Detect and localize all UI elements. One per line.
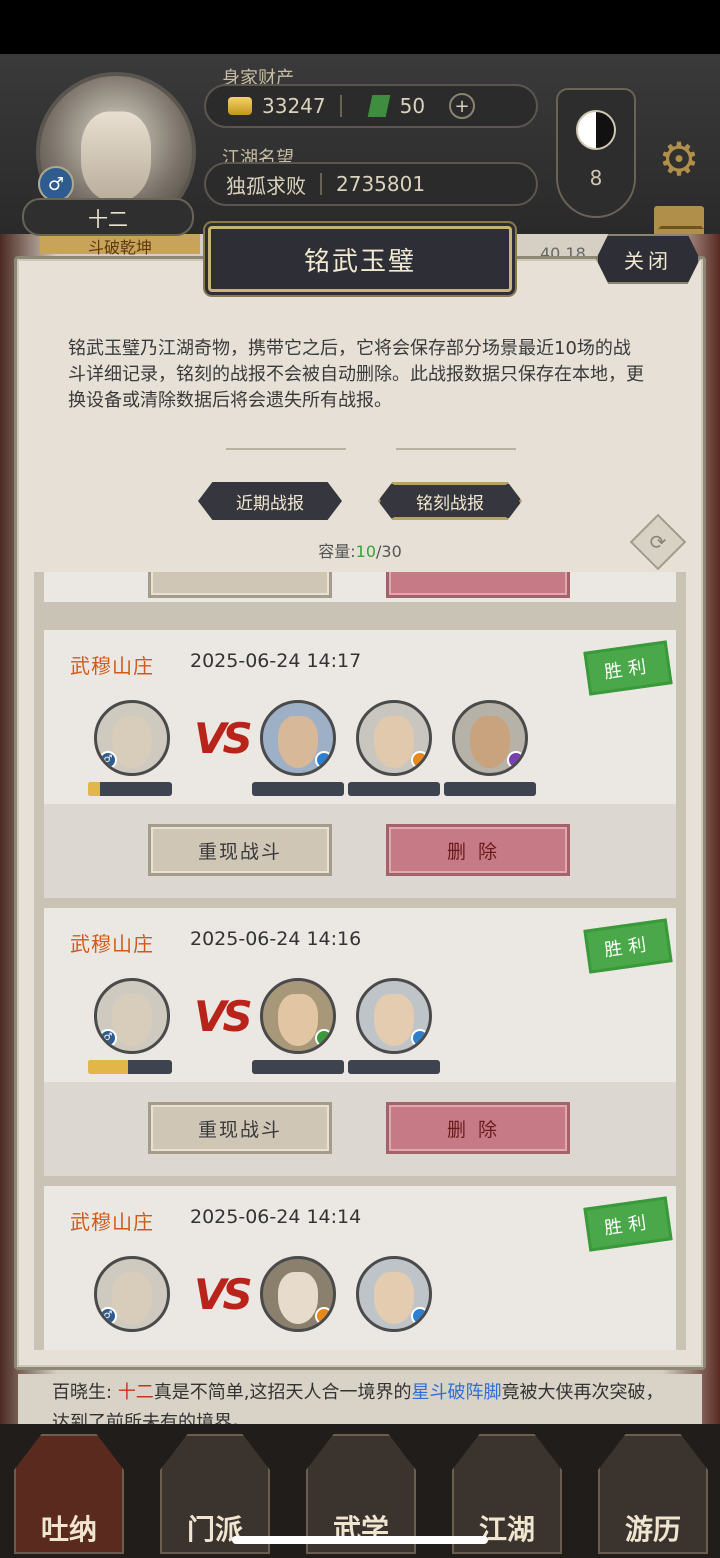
list-item <box>44 572 676 602</box>
player-hp-bar <box>88 1060 172 1074</box>
delete-button[interactable] <box>386 572 570 598</box>
male-icon: ♂ <box>99 1307 117 1325</box>
fame-pill: 独孤求败 2735801 <box>204 162 538 206</box>
male-icon: ♂ <box>99 751 117 769</box>
capacity-current: 10 <box>355 542 376 561</box>
behind-strip: 斗破乾坤 <box>40 234 200 257</box>
list-item: 武穆山庄 2025-06-24 14:17 胜利 ♂ VS 重现战斗 删除 <box>44 630 676 898</box>
chat-player-name: 十二 <box>117 1382 154 1403</box>
player-hp-bar <box>88 782 172 796</box>
jade-icon <box>367 95 390 117</box>
divider-left <box>226 448 346 450</box>
water-icon <box>411 1029 429 1047</box>
status-bar <box>0 0 720 54</box>
enemy-avatar <box>452 700 528 776</box>
vs-label: VS <box>194 1270 253 1319</box>
enemy-hp-bar <box>348 782 440 796</box>
player-avatar: ♂ <box>94 1256 170 1332</box>
nav-breathe[interactable]: 吐纳 <box>14 1434 124 1554</box>
victory-stamp: 胜利 <box>583 640 673 696</box>
enemy-avatar <box>260 700 336 776</box>
battle-location: 武穆山庄 <box>70 654 154 678</box>
water-icon <box>315 751 333 769</box>
battle-time: 2025-06-24 14:16 <box>190 928 362 950</box>
chat-speaker: 百晓生: <box>52 1382 113 1403</box>
battle-report-list[interactable]: 武穆山庄 2025-06-24 14:17 胜利 ♂ VS 重现战斗 删除 武穆… <box>34 572 686 1350</box>
close-button[interactable]: 关闭 <box>596 234 700 284</box>
list-item: 武穆山庄 2025-06-24 14:16 胜利 ♂ VS 重现战斗 删除 <box>44 908 676 1176</box>
enemy-hp-bar <box>348 1060 440 1074</box>
vs-label: VS <box>194 992 253 1041</box>
enemy-hp-bar <box>444 782 536 796</box>
male-icon: ♂ <box>99 1029 117 1047</box>
enemy-avatar <box>356 1256 432 1332</box>
battle-time: 2025-06-24 14:14 <box>190 1206 362 1228</box>
add-currency-button[interactable]: + <box>449 93 476 119</box>
victory-stamp: 胜利 <box>583 918 673 974</box>
vs-label: VS <box>194 714 253 763</box>
wood-icon <box>315 1029 333 1047</box>
modal-description: 铭武玉璧乃江湖奇物，携带它之后，它将会保存部分场景最近10场的战斗详细记录，铭刻… <box>68 338 644 411</box>
battle-location: 武穆山庄 <box>70 932 154 956</box>
yin-yang-icon <box>576 110 616 150</box>
victory-stamp: 胜利 <box>583 1196 673 1252</box>
nav-travel[interactable]: 游历 <box>598 1434 708 1554</box>
enemy-avatar <box>356 978 432 1054</box>
thunder-icon <box>507 751 525 769</box>
level-number: 8 <box>589 166 603 190</box>
jade-amount: 50 <box>399 94 426 118</box>
portrait-face <box>81 111 151 202</box>
home-indicator <box>232 1536 488 1544</box>
wealth-pill: 33247 50 + <box>204 84 538 128</box>
player-title: 独孤求败 <box>226 173 306 198</box>
battle-time: 2025-06-24 14:17 <box>190 650 362 672</box>
gold-icon <box>228 97 252 115</box>
delete-button[interactable]: 删除 <box>386 824 570 876</box>
gold-amount: 33247 <box>262 94 326 118</box>
tab-recent-reports[interactable]: 近期战报 <box>198 482 342 520</box>
male-icon: ♂ <box>38 166 74 202</box>
player-name: 十二 <box>22 198 194 236</box>
water-icon <box>411 1307 429 1325</box>
enemy-hp-bar <box>252 1060 344 1074</box>
player-avatar: ♂ <box>94 700 170 776</box>
tab-engraved-reports[interactable]: 铭刻战报 <box>378 482 522 520</box>
delete-button[interactable]: 删除 <box>386 1102 570 1154</box>
enemy-avatar <box>356 700 432 776</box>
enemy-avatar <box>260 1256 336 1332</box>
gear-icon[interactable]: ⚙ <box>654 134 704 184</box>
replay-button[interactable] <box>148 572 332 598</box>
fire-icon <box>411 751 429 769</box>
chat-skill-link[interactable]: 星斗破阵脚 <box>412 1382 502 1403</box>
battle-location: 武穆山庄 <box>70 1210 154 1234</box>
modal-title: 铭武玉璧 <box>208 226 512 292</box>
level-shield[interactable]: 8 <box>556 88 636 218</box>
capacity-text: 容量:10/30 <box>318 542 402 561</box>
list-item: 武穆山庄 2025-06-24 14:14 胜利 ♂ VS <box>44 1186 676 1350</box>
fame-value: 2735801 <box>336 172 426 196</box>
replay-button[interactable]: 重现战斗 <box>148 824 332 876</box>
enemy-hp-bar <box>252 782 344 796</box>
fire-icon <box>315 1307 333 1325</box>
replay-button[interactable]: 重现战斗 <box>148 1102 332 1154</box>
enemy-avatar <box>260 978 336 1054</box>
player-avatar: ♂ <box>94 978 170 1054</box>
divider-right <box>396 448 516 450</box>
